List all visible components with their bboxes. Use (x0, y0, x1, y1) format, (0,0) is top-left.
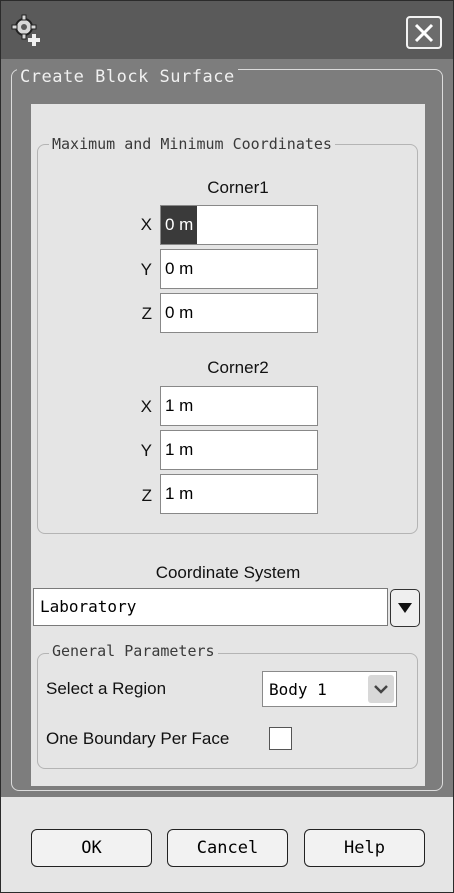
corner2-y-label: Y (140, 441, 152, 460)
corner1-heading: Corner1 (207, 178, 269, 197)
corner1-y-label: Y (140, 260, 152, 279)
chevron-down-icon (374, 685, 388, 694)
help-button[interactable]: Help (304, 829, 425, 867)
frame-title: Create Block Surface (17, 67, 238, 87)
close-button[interactable] (406, 16, 442, 49)
corner1-z-input[interactable] (160, 293, 318, 333)
close-icon (414, 23, 434, 43)
corner2-heading: Corner2 (207, 358, 269, 377)
corner1-x-label: X (140, 215, 152, 234)
coordinate-system-select[interactable]: Laboratory (33, 588, 388, 626)
coordinate-system-dropdown-button[interactable] (390, 589, 420, 627)
region-select[interactable]: Body 1 (262, 671, 397, 707)
corner2-y-input[interactable] (160, 430, 318, 470)
dialog-window: Create Block Surface Maximum and Minimum… (0, 0, 454, 893)
general-parameters-title: General Parameters (49, 642, 218, 660)
one-boundary-per-face-label: One Boundary Per Face (46, 729, 230, 748)
select-region-label: Select a Region (46, 679, 167, 698)
corner2-z-label: Z (141, 486, 152, 505)
corner2-x-label: X (140, 397, 152, 416)
region-value: Body 1 (269, 680, 327, 699)
region-dropdown-button[interactable] (368, 675, 394, 703)
coordinates-group-title: Maximum and Minimum Coordinates (49, 135, 335, 153)
ok-button[interactable]: OK (31, 829, 152, 867)
corner2-z-input[interactable] (160, 474, 318, 514)
coordinate-system-value: Laboratory (40, 597, 137, 616)
one-boundary-per-face-checkbox[interactable] (269, 727, 292, 750)
title-bar[interactable] (1, 1, 453, 59)
app-gear-icon (11, 14, 45, 48)
corner2-x-input[interactable] (160, 386, 318, 426)
coordinate-system-label: Coordinate System (155, 563, 301, 582)
corner1-z-label: Z (141, 304, 152, 323)
corner1-y-input[interactable] (160, 249, 318, 289)
cancel-button[interactable]: Cancel (167, 829, 288, 867)
chevron-down-icon (398, 603, 412, 613)
corner1-x-input[interactable] (160, 205, 318, 245)
